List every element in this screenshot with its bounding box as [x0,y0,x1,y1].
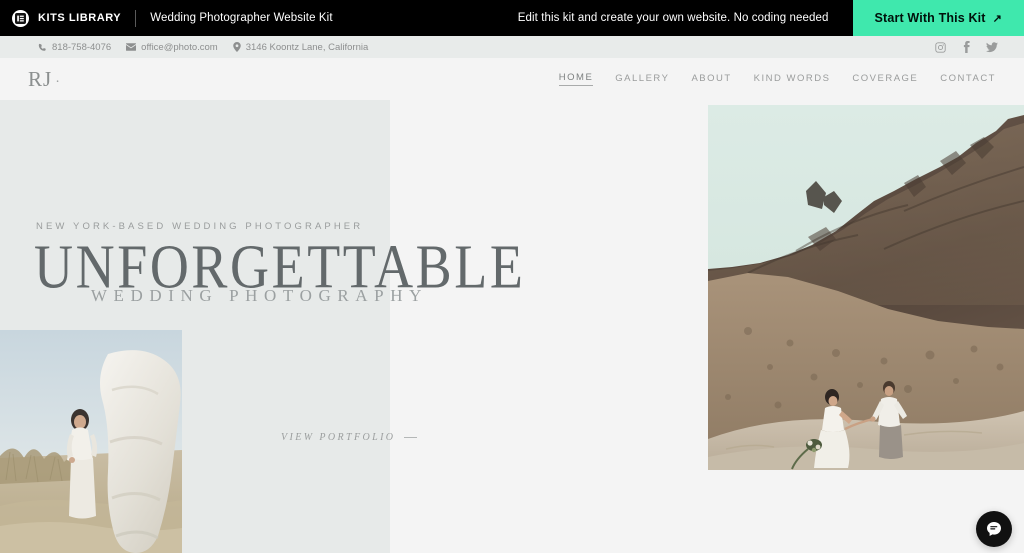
instagram-icon[interactable] [934,41,946,53]
map-pin-icon [232,42,241,52]
chat-widget-button[interactable] [976,511,1012,547]
contact-phone-label: 818-758-4076 [52,41,112,53]
topbar-left-group: KITS LIBRARY Wedding Photographer Websit… [0,9,333,27]
topbar-right-group: Edit this kit and create your own websit… [518,0,1024,36]
view-portfolio-link[interactable]: VIEW PORTFOLIO [281,432,418,443]
contact-phone[interactable]: 818-758-4076 [38,42,111,53]
contact-email-label: office@photo.com [141,41,218,53]
nav-item-contact[interactable]: CONTACT [940,73,996,86]
kit-title: Wedding Photographer Website Kit [150,12,333,24]
site-logo-dot: · [55,74,61,90]
chat-bubble-icon [987,522,1001,536]
page-root: KITS LIBRARY Wedding Photographer Websit… [0,0,1024,553]
contact-address-label: 3146 Koontz Lane, California [245,41,369,53]
kits-library-brand: KITS LIBRARY [38,12,122,24]
site-contact-bar: 818-758-4076 office@photo.com 3146 Koont… [0,36,1024,58]
main-navigation: HOME GALLERY ABOUT KIND WORDS COVERAGE C… [558,72,1024,86]
social-links [934,41,1024,53]
twitter-icon[interactable] [986,41,998,53]
hero-subheadline: WEDDING PHOTOGRAPHY [90,286,428,305]
view-portfolio-label: VIEW PORTFOLIO [281,432,396,443]
contact-items: 818-758-4076 office@photo.com 3146 Koont… [0,42,368,53]
nav-item-kind-words[interactable]: KIND WORDS [754,73,831,86]
view-portfolio-dash-icon [404,437,418,438]
photo-bride-dunes[interactable] [0,330,182,553]
phone-icon [38,43,46,51]
start-with-this-kit-button[interactable]: Start With This Kit ↗ [852,0,1024,36]
site-logo[interactable]: RJ · [0,66,61,91]
envelope-icon [126,43,137,51]
photo-couple-canyon[interactable] [708,105,1024,470]
promo-note: Edit this kit and create your own websit… [517,12,829,24]
external-arrow-icon: ↗ [992,12,1002,25]
nav-item-coverage[interactable]: COVERAGE [852,73,918,86]
nav-item-home[interactable]: HOME [558,72,594,86]
hero-eyebrow: NEW YORK-BASED WEDDING PHOTOGRAPHER [36,221,364,232]
nav-item-about[interactable]: ABOUT [691,73,731,86]
facebook-icon[interactable] [960,41,972,53]
contact-email[interactable]: office@photo.com [126,42,218,53]
contact-address[interactable]: 3146 Koontz Lane, California [232,41,369,53]
nav-item-gallery[interactable]: GALLERY [615,73,669,86]
topbar-divider [135,9,137,27]
start-button-label: Start With This Kit [874,11,986,25]
kits-library-topbar: KITS LIBRARY Wedding Photographer Websit… [0,0,1024,36]
site-header: RJ · HOME GALLERY ABOUT KIND WORDS COVER… [0,58,1024,100]
site-logo-initials: RJ [28,66,53,91]
kits-library-logo-icon[interactable] [12,9,29,27]
